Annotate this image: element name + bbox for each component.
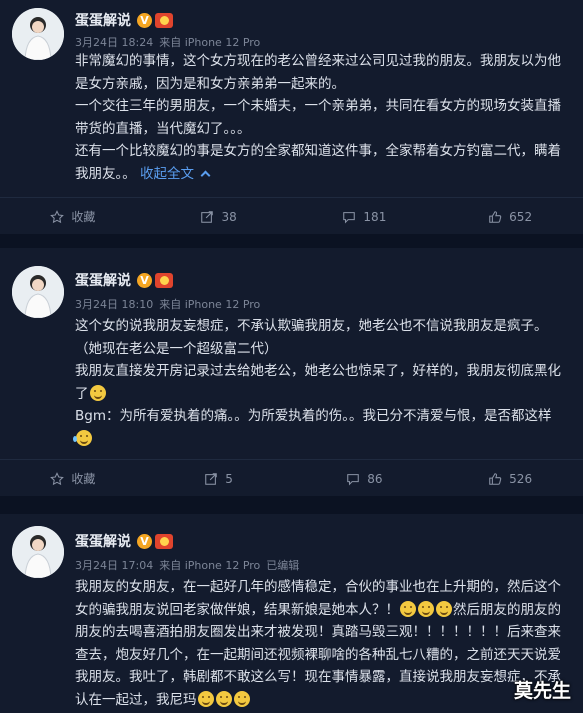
avatar[interactable] <box>12 8 64 60</box>
comment-icon <box>347 473 360 486</box>
post-paragraph: 还有一个比较魔幻的事是女方的全家都知道这件事，全家帮着女方钓富二代，瞒着我朋友。… <box>75 143 561 182</box>
author-name[interactable]: 蛋蛋解说 <box>75 10 131 30</box>
post-content: 非常魔幻的事情，这个女方现在的老公曾经来过公司见过我的朋友。我朋友以为他是女方亲… <box>75 50 567 185</box>
share-icon <box>201 210 214 223</box>
post-source: 来自 iPhone 12 Pro <box>159 298 261 311</box>
crying-emoji-icon <box>73 429 92 446</box>
post-paragraph: 我朋友直接发开房记录过去给她老公，她老公也惊呆了，好样的，我朋友彻底黑化了 <box>75 363 561 402</box>
favorite-button[interactable]: 收藏 <box>0 198 146 235</box>
post-time[interactable]: 3月24日 18:10 <box>75 296 153 312</box>
surprised-emoji-icon <box>89 384 106 401</box>
favorite-button[interactable]: 收藏 <box>0 460 146 497</box>
post-source: 来自 iPhone 12 Pro <box>159 36 261 49</box>
comment-icon <box>343 211 356 224</box>
fan-badge-icon <box>155 12 173 28</box>
like-button[interactable]: 652 <box>437 198 583 235</box>
post-content: 这个女的说我朋友妄想症，不承认欺骗我朋友，她老公也不信说我朋友是疯子。（她现在老… <box>73 315 567 450</box>
post-paragraph: 一个交往三年的男朋友，一个未婚夫，一个亲弟弟，共同在看女方的现场女装直播带货的直… <box>75 98 561 137</box>
awkward-emoji-icon <box>418 600 434 617</box>
weibo-post: 蛋蛋解说 V 3月24日 18:24 来自 iPhone 12 Pro 非常魔幻… <box>0 0 583 234</box>
post-paragraph: Bgm：为所有爱执着的痛。。为所爱执着的伤。。我已分不清爱与恨，是否都这样 <box>73 405 567 450</box>
like-button[interactable]: 526 <box>437 460 583 497</box>
awkward-emoji-icon <box>400 600 416 617</box>
chevron-up-icon <box>200 170 211 180</box>
weibo-post: 蛋蛋解说 V 3月24日 17:04 来自 iPhone 12 Pro 已编辑 … <box>0 514 583 713</box>
awkward-emoji-icon <box>197 690 214 707</box>
comment-button[interactable]: 181 <box>292 198 438 235</box>
weibo-post: 蛋蛋解说 V 3月24日 18:10 来自 iPhone 12 Pro 这个女的… <box>0 248 583 496</box>
post-actions: 收藏 38 181 652 <box>0 197 583 235</box>
post-time[interactable]: 3月24日 17:04 <box>75 557 153 573</box>
verified-icon: V <box>137 272 152 288</box>
post-meta: 3月24日 18:24 来自 iPhone 12 Pro <box>75 34 260 50</box>
star-icon <box>50 471 65 485</box>
awkward-emoji-icon <box>215 690 232 707</box>
thumbs-up-icon <box>489 472 502 485</box>
post-paragraph: 非常魔幻的事情，这个女方现在的老公曾经来过公司见过我的朋友。我朋友以为他是女方亲… <box>75 53 561 92</box>
watermark: 莫先生 <box>513 680 571 702</box>
fan-badge-icon <box>155 533 173 549</box>
post-meta: 3月24日 17:04 来自 iPhone 12 Pro 已编辑 <box>75 557 299 573</box>
comment-button[interactable]: 86 <box>292 460 438 497</box>
repost-button[interactable]: 38 <box>146 198 292 235</box>
author-name[interactable]: 蛋蛋解说 <box>75 531 131 551</box>
author-name[interactable]: 蛋蛋解说 <box>75 270 131 290</box>
share-icon <box>205 472 218 485</box>
star-icon <box>50 209 65 223</box>
post-source: 来自 iPhone 12 Pro <box>159 559 261 572</box>
repost-button[interactable]: 5 <box>146 460 292 497</box>
verified-icon: V <box>137 533 152 549</box>
awkward-emoji-icon <box>233 690 250 707</box>
post-actions: 收藏 5 86 526 <box>0 459 583 497</box>
verified-icon: V <box>137 12 152 28</box>
post-paragraph: 我朋友的女朋友，在一起好几年的感情稳定，合伙的事业也在上升期的，然后这个女的骗我… <box>75 579 561 708</box>
post-paragraph: 这个女的说我朋友妄想症，不承认欺骗我朋友，她老公也不信说我朋友是疯子。（她现在老… <box>75 318 548 357</box>
avatar[interactable] <box>12 266 64 318</box>
edited-label[interactable]: 已编辑 <box>266 557 299 573</box>
post-content: 我朋友的女朋友，在一起好几年的感情稳定，合伙的事业也在上升期的，然后这个女的骗我… <box>75 576 567 711</box>
thumbs-up-icon <box>489 210 502 223</box>
awkward-emoji-icon <box>436 600 452 617</box>
avatar[interactable] <box>12 526 64 578</box>
fan-badge-icon <box>155 272 173 288</box>
collapse-text-link[interactable]: 收起全文 <box>140 166 211 182</box>
post-time[interactable]: 3月24日 18:24 <box>75 34 153 50</box>
post-meta: 3月24日 18:10 来自 iPhone 12 Pro <box>75 296 260 312</box>
